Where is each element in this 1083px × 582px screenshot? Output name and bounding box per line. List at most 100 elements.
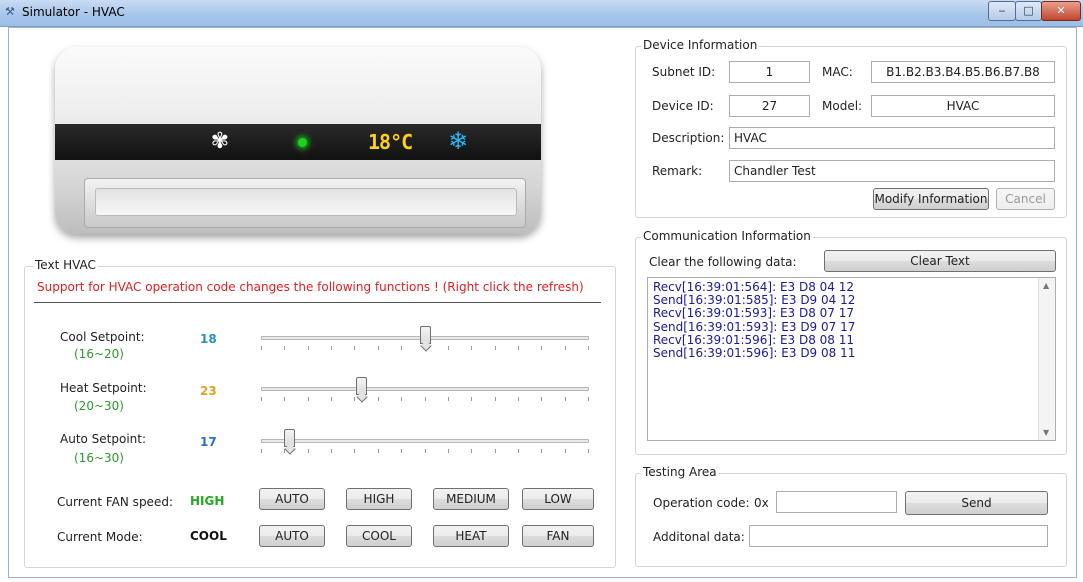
slider-tick (588, 346, 589, 350)
clear-text-button[interactable]: Clear Text (824, 250, 1056, 272)
mac-field[interactable]: B1.B2.B3.B4.B5.B6.B7.B8 (871, 61, 1055, 83)
slider-tick (541, 449, 542, 453)
slider-track[interactable] (261, 439, 589, 443)
scroll-up-icon[interactable]: ▲ (1043, 281, 1049, 290)
slider-thumb[interactable] (284, 429, 295, 447)
slider-tick (308, 346, 309, 350)
temperature-display: 18°C (368, 130, 413, 154)
device-id-field[interactable]: 27 (729, 95, 810, 117)
cool-setpoint-value: 18 (200, 332, 217, 346)
current-mode-value: COOL (190, 529, 227, 543)
log-line: Send[16:39:01:596]: E3 D9 08 11 (653, 346, 856, 361)
slider-tick (495, 346, 496, 350)
subnet-id-field[interactable]: 1 (729, 61, 810, 83)
slider-tick (308, 397, 309, 401)
fan-speed-value: HIGH (190, 494, 225, 508)
log-line: Recv[16:39:01:593]: E3 D8 07 17 (653, 306, 855, 321)
close-button[interactable]: ✕ (1041, 1, 1081, 21)
additional-data-input[interactable] (749, 525, 1048, 547)
testing-area-title: Testing Area (641, 465, 719, 479)
fan-icon: ✾ (210, 129, 230, 154)
slider-tick (331, 397, 332, 401)
device-information-title: Device Information (641, 38, 760, 52)
slider-tick (308, 449, 309, 453)
slider-tick (354, 449, 355, 453)
slider-tick (471, 449, 472, 453)
window-title: Simulator - HVAC (22, 5, 125, 19)
slider-tick (495, 449, 496, 453)
description-field[interactable]: HVAC (729, 127, 1055, 149)
scroll-down-icon[interactable]: ▼ (1043, 428, 1049, 437)
heat-setpoint-slider[interactable] (261, 377, 589, 405)
fan-low-button[interactable]: LOW (522, 488, 594, 510)
text-hvac-group (24, 266, 616, 568)
mode-cool-button[interactable]: COOL (346, 525, 412, 547)
slider-tick (565, 449, 566, 453)
operation-code-prefix: 0x (754, 496, 769, 510)
slider-tick (425, 449, 426, 453)
slider-tick (425, 397, 426, 401)
heat-setpoint-label: Heat Setpoint: (60, 381, 147, 395)
slider-tick (378, 397, 379, 401)
power-led-icon (298, 138, 307, 147)
slider-tick (518, 346, 519, 350)
heat-setpoint-range: (20~30) (74, 399, 124, 413)
app-icon: ⚒ (5, 5, 15, 18)
slider-tick (261, 397, 262, 401)
remark-field[interactable]: Chandler Test (729, 160, 1055, 182)
mode-auto-button[interactable]: AUTO (259, 525, 325, 547)
auto-setpoint-label: Auto Setpoint: (60, 432, 147, 446)
slider-tick (565, 397, 566, 401)
cool-setpoint-slider[interactable] (261, 326, 589, 354)
slider-thumb[interactable] (356, 377, 367, 395)
slider-tick (401, 449, 402, 453)
slider-tick (588, 397, 589, 401)
slider-tick (261, 346, 262, 350)
log-line: Send[16:39:01:593]: E3 D9 07 17 (653, 319, 856, 334)
cancel-button[interactable]: Cancel (996, 188, 1055, 210)
slider-tick (565, 346, 566, 350)
slider-tick (331, 449, 332, 453)
slider-tick (354, 397, 355, 401)
slider-tick (471, 346, 472, 350)
communication-information-title: Communication Information (641, 229, 813, 243)
auto-setpoint-range: (16~30) (74, 451, 124, 465)
slider-track[interactable] (261, 387, 589, 391)
model-field[interactable]: HVAC (871, 95, 1055, 117)
log-scrollbar[interactable]: ▲ ▼ (1038, 278, 1055, 440)
auto-setpoint-value: 17 (200, 435, 217, 449)
communication-log-box[interactable]: Recv[16:39:01:564]: E3 D8 04 12 Send[16:3… (647, 277, 1056, 441)
auto-setpoint-slider[interactable] (261, 429, 589, 457)
slider-tick (448, 346, 449, 350)
mode-fan-button[interactable]: FAN (522, 525, 594, 547)
modify-information-button[interactable]: Modify Information (873, 188, 989, 210)
cool-setpoint-label: Cool Setpoint: (60, 330, 145, 344)
clear-data-label: Clear the following data: (649, 255, 797, 269)
slider-tick (448, 449, 449, 453)
fan-high-button[interactable]: HIGH (346, 488, 412, 510)
current-mode-label: Current Mode: (57, 530, 143, 544)
slider-tick (448, 397, 449, 401)
slider-tick (331, 346, 332, 350)
operation-code-label: Operation code: (653, 496, 750, 510)
slider-tick (541, 397, 542, 401)
cool-setpoint-range: (16~20) (74, 347, 124, 361)
slider-tick (541, 346, 542, 350)
hvac-notice: Support for HVAC operation code changes … (37, 280, 584, 294)
slider-tick (378, 346, 379, 350)
additional-data-label: Additonal data: (653, 530, 745, 544)
mode-heat-button[interactable]: HEAT (433, 525, 509, 547)
testing-area-group (635, 473, 1067, 567)
subnet-id-label: Subnet ID: (652, 65, 716, 79)
fan-speed-label: Current FAN speed: (57, 495, 173, 509)
slider-tick (401, 346, 402, 350)
slider-tick (588, 449, 589, 453)
mac-label: MAC: (822, 65, 853, 79)
slider-thumb[interactable] (420, 326, 431, 344)
send-button[interactable]: Send (905, 491, 1048, 515)
operation-code-input[interactable] (776, 491, 897, 513)
maximize-button[interactable]: □ (1015, 1, 1042, 21)
fan-medium-button[interactable]: MEDIUM (433, 488, 509, 510)
fan-auto-button[interactable]: AUTO (259, 488, 325, 510)
minimize-button[interactable]: ‒ (988, 1, 1016, 21)
